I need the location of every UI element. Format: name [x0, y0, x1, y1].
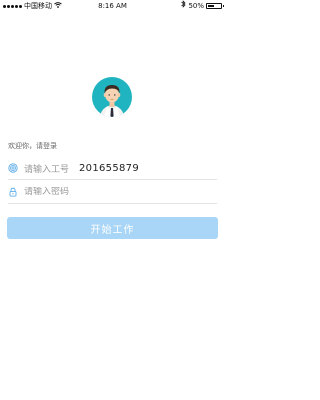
- status-bar-right: 50%: [181, 0, 224, 12]
- battery-icon: [206, 3, 224, 9]
- password-input[interactable]: [24, 187, 174, 197]
- status-bar: 中国移动 8:16 AM 50%: [0, 0, 225, 12]
- start-work-button[interactable]: 开始工作: [7, 217, 218, 239]
- bluetooth-icon: [181, 0, 187, 12]
- battery-fill: [208, 5, 214, 7]
- login-greeting: 欢迎你，请登录: [8, 142, 57, 150]
- battery-percent: 50%: [188, 2, 204, 10]
- lock-icon: [8, 187, 18, 197]
- account-field[interactable]: 请输入工号 201655879: [8, 157, 217, 180]
- account-hint: 请输入工号: [24, 164, 70, 175]
- password-field[interactable]: [8, 181, 217, 204]
- fingerprint-icon: [8, 163, 18, 173]
- account-input[interactable]: 201655879: [79, 163, 139, 174]
- user-avatar: [92, 77, 132, 117]
